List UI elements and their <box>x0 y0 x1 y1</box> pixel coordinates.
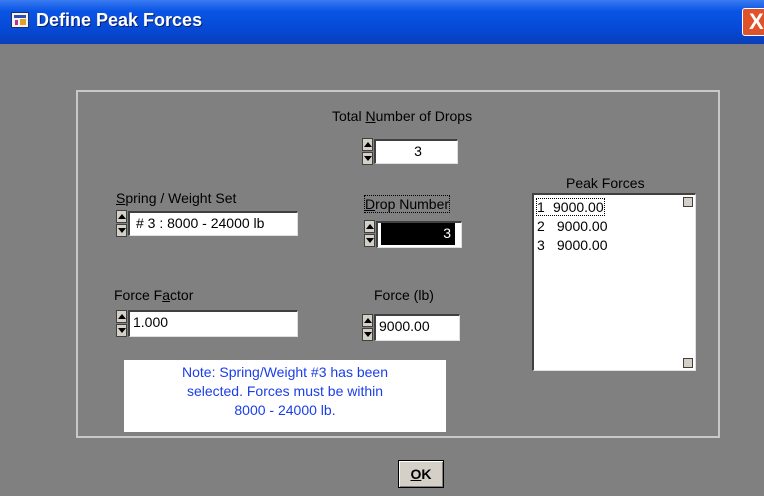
spring-weight-decrement-button[interactable] <box>116 224 127 237</box>
force-decrement-button[interactable] <box>362 328 373 341</box>
note-line-2: selected. Forces must be within <box>186 383 384 399</box>
note-box: Note: Spring/Weight #3 has been selected… <box>124 360 446 432</box>
peak-forces-label: Peak Forces <box>566 175 645 191</box>
force-factor-label: Force Factor <box>114 287 194 303</box>
dialog-body: Total Number of Drops 3 Spring / Weight … <box>0 44 764 496</box>
list-item[interactable]: 3 9000.00 <box>537 237 608 253</box>
drop-number-decrement-button[interactable] <box>364 234 375 247</box>
list-scrollbar[interactable] <box>683 197 693 368</box>
drop-number-spinner[interactable] <box>364 220 375 248</box>
scroll-down-button[interactable] <box>683 358 693 368</box>
force-factor-spinner[interactable] <box>116 310 127 338</box>
close-icon: X <box>749 9 764 34</box>
force-label: Force (lb) <box>374 287 434 303</box>
spring-weight-label: Spring / Weight Set <box>116 190 237 206</box>
force-increment-button[interactable] <box>362 314 373 327</box>
force-factor-decrement-button[interactable] <box>116 324 127 337</box>
spring-weight-input[interactable]: # 3 : 8000 - 24000 lb <box>128 211 298 236</box>
drops-input[interactable]: 3 <box>374 139 458 164</box>
close-button[interactable]: X <box>742 8 764 36</box>
list-item[interactable]: 1 9000.00 <box>536 198 605 216</box>
force-spinner[interactable] <box>362 314 373 342</box>
drop-number-label: Drop Number <box>364 195 451 213</box>
peak-forces-list[interactable]: 1 9000.00 2 9000.00 3 9000.00 <box>532 193 696 371</box>
drops-decrement-button[interactable] <box>362 152 373 165</box>
note-line-3: 8000 - 24000 lb. <box>234 402 336 418</box>
note-line-1: Note: Spring/Weight #3 has been <box>182 364 388 380</box>
scroll-up-button[interactable] <box>683 197 693 207</box>
list-item[interactable]: 2 9000.00 <box>537 218 608 234</box>
ok-button[interactable]: OK <box>398 460 444 488</box>
window-title: Define Peak Forces <box>36 10 203 30</box>
drops-spinner[interactable] <box>362 138 373 166</box>
force-input[interactable]: 9000.00 <box>374 314 460 341</box>
drop-number-value: 3 <box>381 223 455 245</box>
spring-weight-spinner[interactable] <box>116 210 127 238</box>
force-factor-input[interactable]: 1.000 <box>128 310 298 337</box>
drops-increment-button[interactable] <box>362 138 373 151</box>
spring-weight-increment-button[interactable] <box>116 210 127 223</box>
force-factor-increment-button[interactable] <box>116 310 127 323</box>
drops-label: Total Number of Drops <box>332 108 473 124</box>
drop-number-increment-button[interactable] <box>364 220 375 233</box>
drop-number-input[interactable]: 3 <box>376 221 462 248</box>
title-bar: Define Peak Forces X <box>0 0 764 44</box>
application-icon[interactable] <box>11 12 29 28</box>
